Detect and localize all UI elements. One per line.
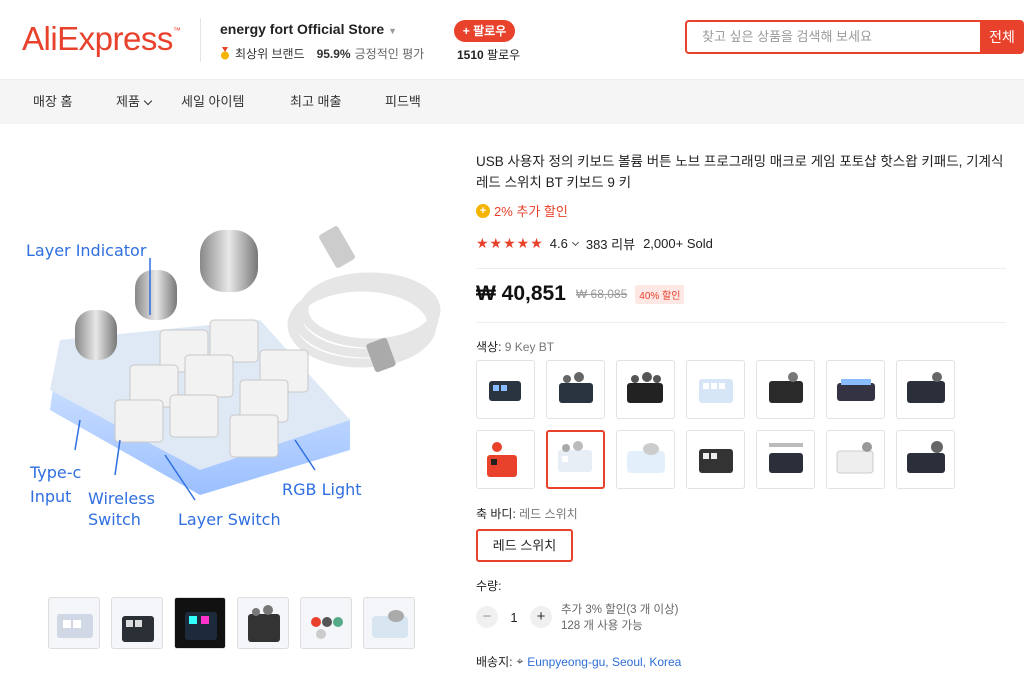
color-swatch[interactable]: [896, 430, 955, 489]
store-nav: 매장 홈 제품 세일 아이템 최고 매출 피드백: [0, 80, 1024, 124]
coin-icon: +: [476, 203, 490, 218]
thumbnail[interactable]: [174, 597, 226, 649]
store-meta: 최상위 브랜드 95.9% 긍정적인 평가: [219, 45, 424, 62]
color-label: 색상: 9 Key BT: [476, 340, 555, 354]
color-swatch[interactable]: [476, 430, 535, 489]
sold-count: 2,000+ Sold: [643, 236, 713, 251]
follow-button[interactable]: + 팔로우: [454, 20, 515, 42]
thumbnail[interactable]: [48, 597, 100, 649]
positive-percent: 95.9%: [316, 46, 351, 61]
color-swatch[interactable]: [616, 360, 675, 419]
color-swatch[interactable]: [826, 360, 885, 419]
color-swatches: [476, 360, 955, 489]
quantity-value[interactable]: 1: [498, 610, 530, 625]
color-swatch[interactable]: [686, 360, 745, 419]
brand-badge: 최상위 브랜드: [235, 47, 305, 61]
switch-option-red[interactable]: 레드 스위치: [476, 529, 573, 562]
medal-icon: [219, 47, 231, 60]
store-header: AliExpress™ energy fort Official Store ▼ …: [0, 0, 1024, 80]
chevron-down-icon: [143, 96, 153, 106]
follower-count: 1510 팔로우: [457, 48, 521, 62]
nav-products[interactable]: 제품: [116, 80, 153, 124]
product-title: USB 사용자 정의 키보드 볼륨 버튼 노브 프로그래밍 매크로 게임 포토샵…: [476, 154, 1004, 190]
discount-badge: 40% 할인: [635, 284, 685, 304]
color-swatch-selected[interactable]: [546, 430, 605, 489]
decrease-quantity-button[interactable]: −: [476, 606, 498, 628]
store-name[interactable]: energy fort Official Store ▼: [220, 21, 397, 37]
thumbnail[interactable]: [111, 597, 163, 649]
divider: [476, 268, 1006, 269]
switch-label: 축 바디: 레드 스위치: [476, 507, 578, 521]
positive-label: 긍정적인 평가: [354, 47, 425, 61]
color-swatch[interactable]: [756, 430, 815, 489]
increase-quantity-button[interactable]: +: [530, 606, 552, 628]
extra-discount[interactable]: + 2% 추가 할인: [476, 201, 568, 220]
divider: [476, 322, 1006, 323]
price-row: ₩ 40,851 ₩ 68,085 40% 할인: [476, 282, 685, 306]
thumbnail[interactable]: [237, 597, 289, 649]
search-input[interactable]: 찾고 싶은 상품을 검색해 보세요: [685, 20, 981, 54]
callout-type-c: Type-c: [29, 463, 81, 482]
search-scope-button[interactable]: 전체: [980, 20, 1024, 54]
star-rating-icon: ★★★★★: [476, 235, 544, 251]
aliexpress-logo[interactable]: AliExpress™: [22, 20, 181, 58]
rating-value[interactable]: 4.6: [550, 236, 568, 251]
chevron-down-icon[interactable]: [571, 238, 579, 246]
callout-wireless: Wireless: [88, 489, 155, 508]
nav-sale-items[interactable]: 세일 아이템: [181, 80, 244, 124]
color-swatch[interactable]: [476, 360, 535, 419]
quantity-stepper: − 1 +: [476, 606, 552, 628]
color-swatch[interactable]: [616, 430, 675, 489]
location-pin-icon: ⌖: [516, 654, 524, 668]
thumbnail-strip: [48, 597, 415, 649]
quantity-label: 수량:: [476, 579, 502, 593]
nav-feedback[interactable]: 피드백: [385, 80, 421, 124]
callout-layer-indicator: Layer Indicator: [26, 241, 147, 260]
chevron-down-icon[interactable]: ▼: [388, 26, 397, 36]
quantity-info: 추가 3% 할인(3 개 이상) 128 개 사용 가능: [561, 602, 679, 634]
thumbnail[interactable]: [300, 597, 352, 649]
svg-text:Input: Input: [30, 487, 71, 506]
callout-layer-switch: Layer Switch: [178, 510, 281, 529]
color-swatch[interactable]: [756, 360, 815, 419]
nav-store-home[interactable]: 매장 홈: [33, 80, 73, 124]
color-swatch[interactable]: [896, 360, 955, 419]
current-price: ₩ 40,851: [476, 282, 566, 305]
ship-location-link[interactable]: Eunpyeong-gu, Seoul, Korea: [527, 655, 681, 669]
svg-text:Switch: Switch: [88, 510, 141, 529]
color-swatch[interactable]: [686, 430, 745, 489]
color-swatch[interactable]: [826, 430, 885, 489]
thumbnail[interactable]: [363, 597, 415, 649]
nav-best-sellers[interactable]: 최고 매출: [290, 80, 341, 124]
original-price: ₩ 68,085: [575, 287, 628, 301]
quantity-stock: 128 개 사용 가능: [561, 620, 643, 632]
rating-row: ★★★★★ 4.6 383 리뷰 2,000+ Sold: [476, 234, 713, 253]
header-divider: [200, 18, 201, 62]
callout-rgb-light: RGB Light: [282, 480, 362, 499]
product-main-image[interactable]: Layer Indicator Type-c Input Wireless Sw…: [20, 150, 450, 580]
review-count[interactable]: 383 리뷰: [586, 234, 635, 253]
ship-label: 배송지:: [476, 655, 513, 669]
color-swatch[interactable]: [546, 360, 605, 419]
quantity-bonus: 추가 3% 할인(3 개 이상): [561, 604, 679, 616]
ship-to-row: 배송지: ⌖ Eunpyeong-gu, Seoul, Korea: [476, 653, 681, 670]
